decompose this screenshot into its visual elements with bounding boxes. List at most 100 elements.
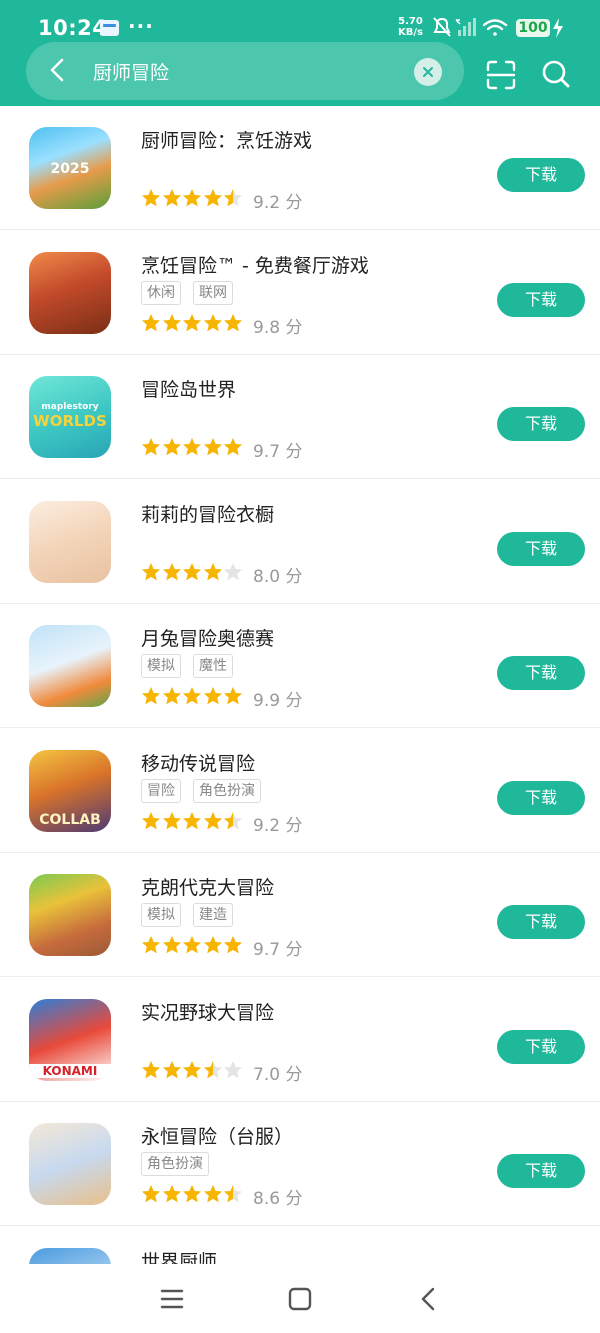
rating-star-icon xyxy=(203,1185,222,1203)
app-result-row[interactable]: 永恒冒险（台服） 角色扮演 8.6 分 下载 xyxy=(0,1102,600,1226)
app-rating-unit: 分 xyxy=(285,442,303,462)
rating-star-icon xyxy=(142,936,160,954)
app-icon-text: WORLDS xyxy=(33,412,107,430)
app-rating-unit: 分 xyxy=(285,940,303,960)
status-icons xyxy=(433,17,508,37)
app-name[interactable]: 烹饪冒险™ - 免费餐厅游戏 xyxy=(141,251,369,278)
download-button[interactable]: 下载 xyxy=(497,283,585,317)
app-name[interactable]: 月兔冒险奥德赛 xyxy=(141,624,274,651)
app-icon[interactable] xyxy=(29,252,111,334)
rating-star-icon xyxy=(203,438,222,456)
app-rating-unit: 分 xyxy=(285,193,303,213)
app-icon-text: 2025 xyxy=(50,161,90,177)
search-results-list[interactable]: 2025 厨师冒险：烹饪游戏 9.2 分下载 烹饪冒险™ - 免费餐厅游戏 休闲 联网 9.… xyxy=(0,106,600,1264)
app-icon[interactable]: KONAMI xyxy=(29,999,111,1081)
app-tag: 模拟 xyxy=(141,903,181,927)
app-name[interactable]: 冒险岛世界 xyxy=(141,375,236,402)
app-name[interactable]: 莉莉的冒险衣橱 xyxy=(141,500,274,527)
rating-star-icon xyxy=(142,1061,160,1079)
app-rating-value: 9.7 xyxy=(253,442,281,462)
download-button[interactable]: 下载 xyxy=(497,905,585,939)
download-button[interactable]: 下载 xyxy=(497,656,585,690)
rating-star-icon xyxy=(183,812,201,830)
download-button[interactable]: 下载 xyxy=(497,1154,585,1188)
app-icon[interactable]: COLLAB xyxy=(29,750,111,832)
rating-star-icon xyxy=(183,1185,201,1203)
rating-star-icon xyxy=(162,189,181,207)
rating-star-icon xyxy=(162,1061,181,1079)
app-icon[interactable] xyxy=(29,1123,111,1205)
signal-icon xyxy=(455,18,476,36)
app-tag: 模拟 xyxy=(141,654,181,678)
scan-icon[interactable] xyxy=(486,60,516,90)
app-name[interactable]: 移动传说冒险 xyxy=(141,749,255,776)
app-icon[interactable]: maplestory WORLDS xyxy=(29,376,111,458)
search-icon[interactable] xyxy=(541,59,571,89)
clear-search-icon[interactable] xyxy=(414,58,442,86)
rating-star-icon xyxy=(142,563,160,581)
rating-star-icon xyxy=(142,687,160,705)
rating-star-icon xyxy=(183,189,201,207)
app-name[interactable]: 厨师冒险：烹饪游戏 xyxy=(141,126,312,153)
back-nav-icon[interactable] xyxy=(413,1284,443,1314)
download-button[interactable]: 下载 xyxy=(497,532,585,566)
rating-star-icon xyxy=(142,314,160,332)
rating-star-icon xyxy=(142,812,160,830)
app-rating-value: 9.2 xyxy=(253,193,281,213)
rating-star-icon xyxy=(224,563,242,581)
network-speed-unit: KB/s xyxy=(398,27,423,38)
app-icon[interactable] xyxy=(29,501,111,583)
app-name[interactable]: 世界厨师 xyxy=(141,1247,217,1264)
app-result-row[interactable]: 月兔冒险奥德赛 模拟 魔性 9.9 分 下载 xyxy=(0,604,600,728)
rating-star-icon xyxy=(224,438,242,456)
rating-star-icon xyxy=(224,1061,242,1079)
app-result-row[interactable]: 莉莉的冒险衣橱 8.0 分 下载 xyxy=(0,480,600,604)
app-tag: 联网 xyxy=(193,281,233,305)
app-icon[interactable] xyxy=(29,1248,111,1264)
app-result-row[interactable]: COLLAB 移动传说冒险 冒险 角色扮演 9.2 分 下载 xyxy=(0,729,600,853)
rating-star-icon xyxy=(142,189,160,207)
app-tags: 休闲 联网 xyxy=(141,281,245,307)
home-icon[interactable] xyxy=(285,1284,315,1314)
download-button[interactable]: 下载 xyxy=(497,158,585,192)
download-button[interactable]: 下载 xyxy=(497,1030,585,1064)
download-button[interactable]: 下载 xyxy=(497,781,585,815)
app-name[interactable]: 实况野球大冒险 xyxy=(141,998,274,1025)
app-result-row[interactable]: 2025 厨师冒险：烹饪游戏 9.2 分 下载 xyxy=(0,106,600,230)
app-rating-value: 9.2 xyxy=(253,816,281,836)
status-bar: 10:24 ··· 5.70 KB/s 100 xyxy=(0,0,600,42)
rating-star-icon xyxy=(203,687,222,705)
app-rating-score: 9.7 分 xyxy=(253,437,302,462)
app-icon[interactable] xyxy=(29,625,111,707)
navigation-bar xyxy=(0,1264,600,1333)
app-result-row[interactable]: KONAMI 实况野球大冒险 7.0 分 下载 xyxy=(0,978,600,1102)
mail-notification-icon xyxy=(100,20,119,36)
app-name[interactable]: 克朗代克大冒险 xyxy=(141,873,274,900)
rating-star-icon xyxy=(203,812,222,830)
rating-star-icon xyxy=(203,1061,222,1079)
app-rating-unit: 分 xyxy=(285,816,303,836)
app-result-row[interactable]: 世界厨师 xyxy=(0,1227,600,1264)
rating-star-icon xyxy=(183,1061,201,1079)
app-tags: 模拟 魔性 xyxy=(141,654,245,680)
app-icon-text: COLLAB xyxy=(39,812,101,828)
app-rating-value: 9.8 xyxy=(253,318,281,338)
back-arrow-icon[interactable] xyxy=(44,56,72,84)
app-icon[interactable] xyxy=(29,874,111,956)
app-name[interactable]: 永恒冒险（台服） xyxy=(141,1122,293,1149)
rating-star-icon xyxy=(224,1185,242,1203)
app-icon[interactable]: 2025 xyxy=(29,127,111,209)
rating-star-icon xyxy=(142,1185,160,1203)
app-result-row[interactable]: 克朗代克大冒险 模拟 建造 9.7 分 下载 xyxy=(0,853,600,977)
app-result-row[interactable]: 烹饪冒险™ - 免费餐厅游戏 休闲 联网 9.8 分 下载 xyxy=(0,231,600,355)
rating-star-icon xyxy=(203,189,222,207)
menu-icon[interactable] xyxy=(157,1284,187,1314)
app-tag: 魔性 xyxy=(193,654,233,678)
rating-star-icon xyxy=(162,687,181,705)
search-input[interactable] xyxy=(93,56,403,86)
app-result-row[interactable]: maplestory WORLDS 冒险岛世界 9.7 分 下载 xyxy=(0,355,600,479)
rating-star-icon xyxy=(162,936,181,954)
app-rating-score: 9.2 分 xyxy=(253,188,302,213)
download-button[interactable]: 下载 xyxy=(497,407,585,441)
more-notifications-icon: ··· xyxy=(128,14,154,38)
